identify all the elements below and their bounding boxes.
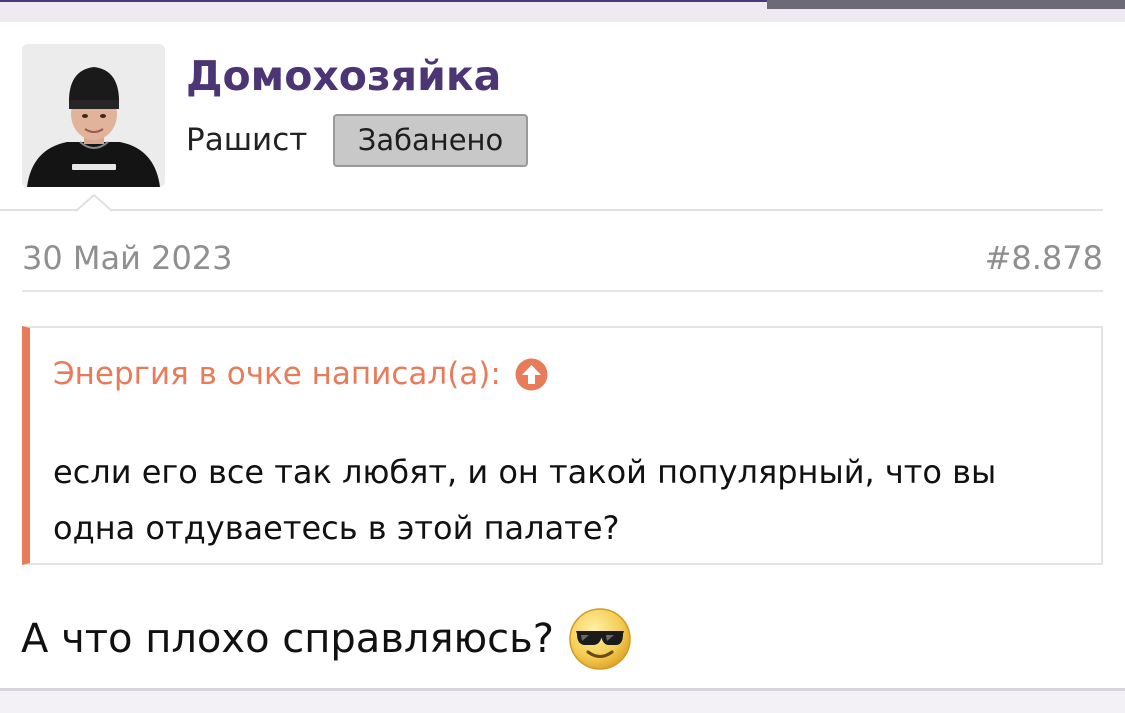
user-title: Рашист (186, 122, 308, 158)
sunglasses-emoji-icon (569, 608, 631, 670)
avatar-image (22, 44, 165, 187)
post-number[interactable]: #8.878 (985, 238, 1103, 278)
quote-block: Энергия в очке написал(а): если его все … (22, 326, 1103, 565)
quote-author-text: Энергия в очке написал(а): (53, 356, 501, 392)
quote-text: если его все так любят, и он такой попул… (53, 453, 997, 547)
post-message: А что плохо справляюсь? (21, 607, 632, 671)
post-bottom-border (0, 688, 1125, 691)
header-divider (0, 209, 1103, 211)
avatar[interactable] (22, 44, 165, 187)
status-badge: Забанено (333, 114, 528, 167)
arrow-up-circle-icon[interactable] (515, 358, 548, 391)
message-text: А что плохо справляюсь? (21, 616, 554, 662)
forum-post: Домохозяйка Рашист Забанено 30 Май 2023 … (0, 22, 1125, 688)
post-date[interactable]: 30 Май 2023 (22, 238, 233, 278)
page-top-line-right (767, 0, 1125, 9)
meta-divider (22, 290, 1103, 292)
username[interactable]: Домохозяйка (186, 52, 501, 100)
notch-pointer (76, 194, 112, 212)
quote-attribution[interactable]: Энергия в очке написал(а): (53, 354, 548, 394)
